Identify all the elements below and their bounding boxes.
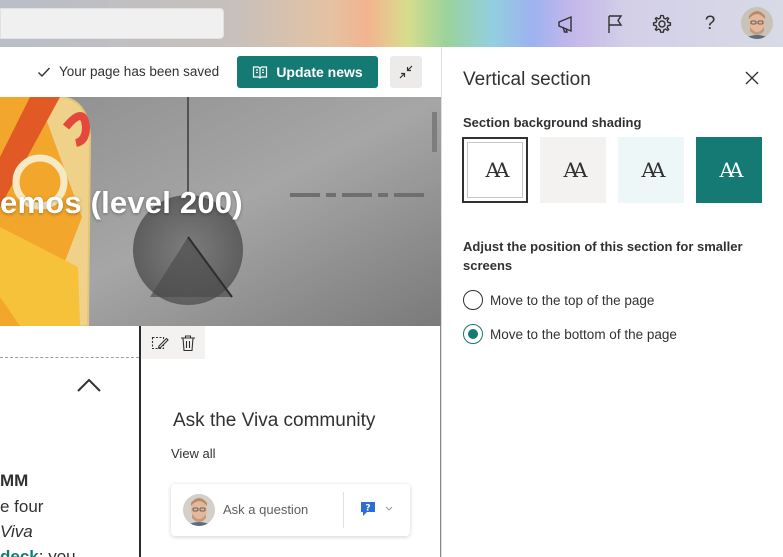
ask-separator [343,492,344,528]
radio-move-bottom[interactable]: Move to the bottom of the page [463,324,677,344]
radio-move-top[interactable]: Move to the top of the page [463,290,654,310]
edit-webpart-icon[interactable] [151,334,169,352]
ask-question-box[interactable]: Ask a question ? [171,484,410,536]
command-bar: Your page has been saved Update news [0,47,441,97]
flag-icon[interactable] [603,12,627,36]
deck-link[interactable]: deck [0,547,39,557]
shading-label: Section background shading [463,115,642,130]
chevron-down-icon [385,506,393,511]
save-status-text: Your page has been saved [59,64,220,79]
svg-text:?: ? [365,504,370,514]
update-news-button[interactable]: Update news [237,56,378,88]
close-icon[interactable] [745,71,759,90]
page-title[interactable]: emos (level 200) [0,185,243,221]
save-status: Your page has been saved [37,64,219,79]
left-text-line3: Viva [0,522,33,541]
book-icon [253,66,268,79]
update-news-label: Update news [276,64,363,80]
shading-option-neutral[interactable]: AA [540,137,606,203]
hero-banner[interactable]: emos (level 200) [0,97,441,326]
left-text-line1: MM [0,471,29,490]
radio-button[interactable] [463,290,483,310]
shading-option-label: AA [641,158,666,182]
left-text-line2: e four [0,497,44,516]
left-text-line4: deck: you [0,547,76,557]
checkmark-icon [38,67,51,77]
column-divider [139,326,141,557]
section-divider [0,357,139,358]
pane-title: Vertical section [463,69,591,90]
post-type-dropdown[interactable]: ? [359,500,393,518]
shading-option-soft[interactable]: AA [618,137,684,203]
page-content: MM e four Viva deck: you Ask the Viva co… [0,326,441,557]
community-title: Ask the Viva community [173,410,376,431]
question-bubble-icon: ? [361,502,375,516]
left-text-line4-rest: : you [38,547,76,557]
radio-label: Move to the bottom of the page [490,326,677,342]
left-column: MM e four Viva deck: you [0,326,140,557]
shading-option-label: AA [485,158,510,182]
adjust-position-label: Adjust the position of this section for … [463,239,743,273]
shading-option-strong[interactable]: AA [696,137,762,203]
avatar[interactable] [741,7,773,39]
view-all-link[interactable]: View all [171,446,216,461]
search-input[interactable] [0,8,224,39]
avatar [183,494,215,526]
ask-question-input[interactable]: Ask a question [223,502,308,517]
gear-icon[interactable] [650,12,674,36]
suite-bar: ? [0,0,783,47]
shading-option-label: AA [563,158,588,182]
shading-option-label: AA [719,158,744,182]
property-pane: Vertical section Section background shad… [441,47,783,557]
chevron-up-icon[interactable] [77,378,101,397]
megaphone-icon[interactable] [555,12,579,36]
delete-icon[interactable] [180,334,196,352]
radio-button[interactable] [463,324,483,344]
radio-label: Move to the top of the page [490,292,655,308]
collapse-icon [399,65,413,79]
shading-option-none[interactable]: AA [462,137,528,203]
collapse-button[interactable] [390,56,422,88]
webpart-toolbar [141,326,205,359]
help-icon[interactable]: ? [698,12,722,36]
